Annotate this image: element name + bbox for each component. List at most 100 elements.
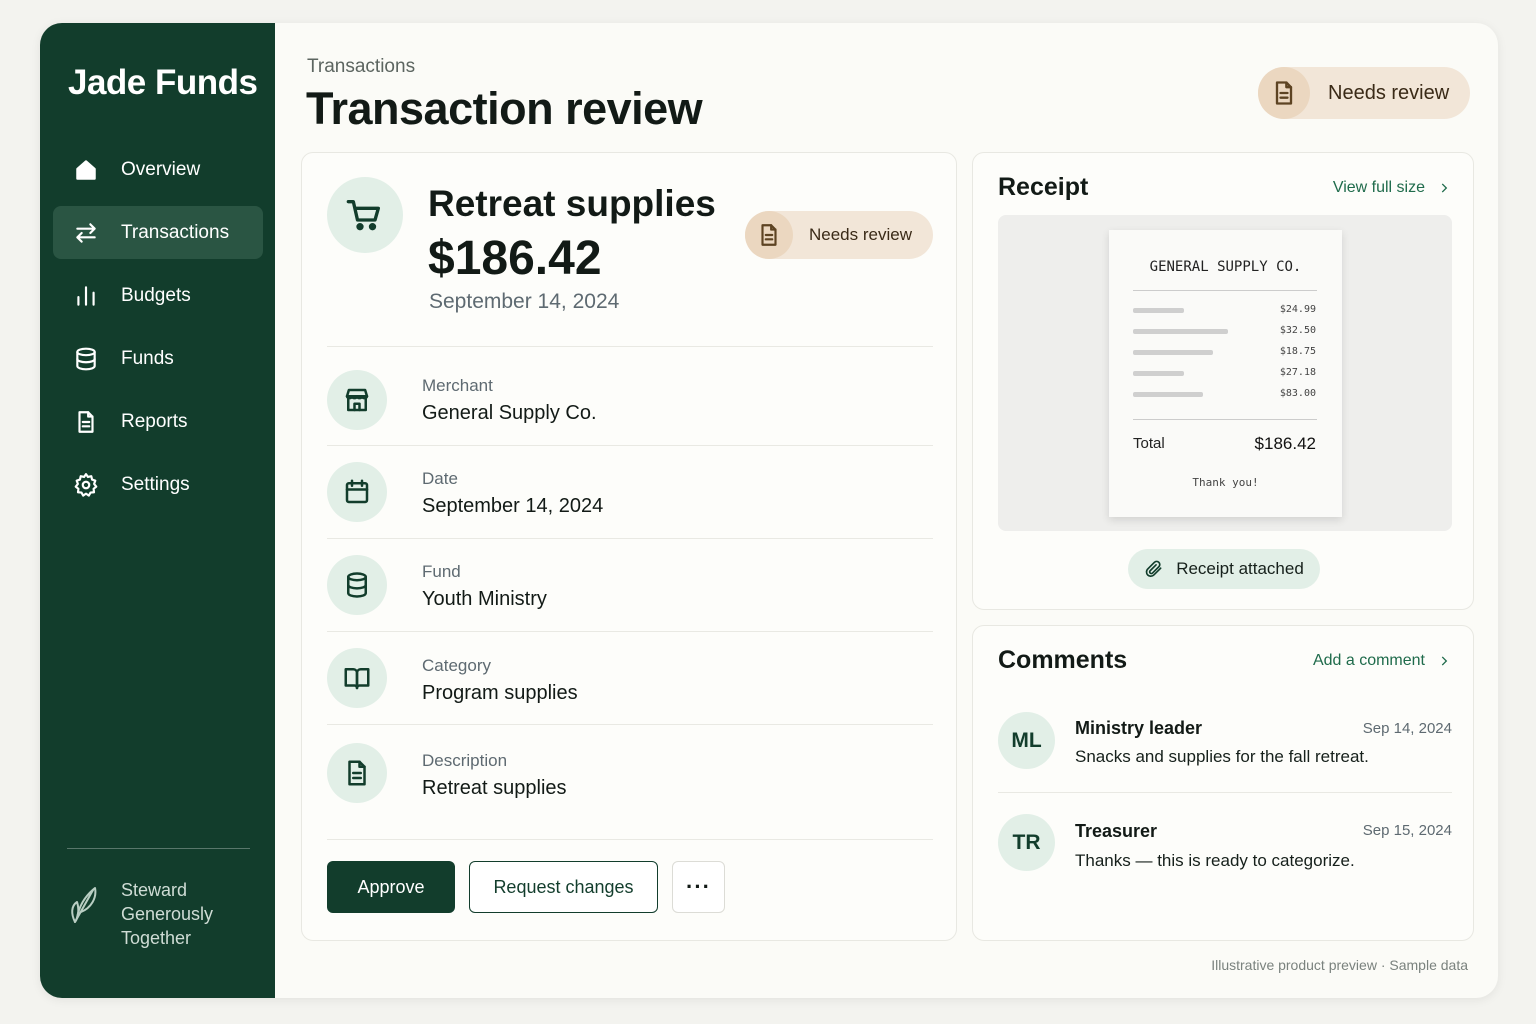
app-window: Jade Funds Overview Transactions Budgets xyxy=(40,23,1498,998)
date-value: September 14, 2024 xyxy=(422,495,604,517)
receipt-thanks: Thank you! xyxy=(1192,476,1259,489)
receipt-item-line xyxy=(1133,350,1213,355)
actions-divider xyxy=(327,839,933,840)
receipt-total-value: $186.42 xyxy=(1254,434,1316,453)
receipt-card: Receipt View full size GENERAL SUPPLY CO… xyxy=(972,152,1474,610)
receipt-item-line xyxy=(1133,392,1203,397)
add-comment-link[interactable]: Add a comment xyxy=(1313,652,1451,670)
receipt-price: $24.99 xyxy=(1279,304,1316,315)
transaction-name: Retreat supplies xyxy=(428,183,716,224)
sidebar-item-overview[interactable]: Overview xyxy=(53,143,263,196)
receipt-price: $27.18 xyxy=(1279,367,1316,378)
status-badge: Needs review xyxy=(1258,67,1470,119)
avatar: TR xyxy=(998,814,1055,871)
chevron-right-icon xyxy=(1441,183,1448,193)
document-icon xyxy=(1258,67,1310,119)
sidebar-tagline: Steward Generously Together xyxy=(121,880,214,948)
detail-label: Category xyxy=(422,656,491,675)
chevron-right-icon xyxy=(1441,656,1448,666)
receipt-item-line xyxy=(1133,308,1184,313)
merchant-value: General Supply Co. xyxy=(422,402,597,424)
document-icon xyxy=(327,743,387,803)
sidebar-item-label: Settings xyxy=(121,473,190,495)
more-options-button[interactable]: ··· xyxy=(672,861,725,913)
comment-text: Snacks and supplies for the fall retreat… xyxy=(1075,747,1369,766)
comment-author: Ministry leader xyxy=(1075,718,1203,738)
shopping-cart-icon xyxy=(327,177,403,253)
detail-row-fund: Fund Youth Ministry xyxy=(327,538,933,631)
receipt-item-line xyxy=(1133,329,1228,334)
calendar-icon xyxy=(327,462,387,522)
database-icon xyxy=(327,555,387,615)
book-icon xyxy=(327,648,387,708)
home-icon xyxy=(73,157,99,183)
status-badge-label: Needs review xyxy=(809,225,912,244)
detail-label: Description xyxy=(422,751,508,770)
sidebar-divider xyxy=(67,848,250,849)
comments-title: Comments xyxy=(998,646,1128,674)
receipt-price: $83.00 xyxy=(1279,388,1316,399)
receipt-divider xyxy=(1133,419,1317,420)
comment-item: ML Ministry leader Sep 14, 2024 Snacks a… xyxy=(998,712,1452,782)
comment-text: Thanks — this is ready to categorize. xyxy=(1075,851,1355,870)
fund-value: Youth Ministry xyxy=(422,588,547,610)
sidebar-item-label: Overview xyxy=(121,158,201,180)
sidebar-item-label: Transactions xyxy=(121,221,230,243)
database-icon xyxy=(73,346,99,372)
sidebar-item-reports[interactable]: Reports xyxy=(53,395,263,448)
sidebar-item-funds[interactable]: Funds xyxy=(53,332,263,385)
approve-button[interactable]: Approve xyxy=(327,861,455,913)
sidebar: Jade Funds Overview Transactions Budgets xyxy=(40,23,275,998)
receipt-paper: GENERAL SUPPLY CO. $24.99 $32.50 $18.75 … xyxy=(1109,230,1342,517)
sidebar-item-transactions[interactable]: Transactions xyxy=(53,206,263,259)
brand-logo: Jade Funds xyxy=(68,63,258,102)
page-title: Transaction review xyxy=(306,83,703,134)
comment-date: Sep 14, 2024 xyxy=(1362,720,1452,737)
receipt-title: Receipt xyxy=(998,173,1089,201)
receipt-attached-label: Receipt attached xyxy=(1176,559,1304,578)
sidebar-item-label: Reports xyxy=(121,410,188,432)
comment-author: Treasurer xyxy=(1075,821,1158,841)
footer-note: Illustrative product preview · Sample da… xyxy=(1211,957,1468,973)
storefront-icon xyxy=(327,370,387,430)
comment-divider xyxy=(998,792,1452,793)
document-icon xyxy=(73,409,99,435)
comment-item: TR Treasurer Sep 15, 2024 Thanks — this … xyxy=(998,814,1452,884)
category-value: Program supplies xyxy=(422,682,578,704)
sidebar-item-label: Budgets xyxy=(121,284,191,306)
receipt-price: $32.50 xyxy=(1279,325,1316,336)
detail-row-merchant: Merchant General Supply Co. xyxy=(327,346,933,445)
paperclip-icon xyxy=(1145,560,1162,578)
transaction-status-badge: Needs review xyxy=(745,211,933,259)
detail-label: Merchant xyxy=(422,376,493,395)
receipt-attached-badge: Receipt attached xyxy=(1128,549,1320,589)
sidebar-nav: Overview Transactions Budgets Funds Repo… xyxy=(53,143,263,521)
receipt-price: $18.75 xyxy=(1279,346,1316,357)
comments-card: Comments Add a comment ML Ministry leade… xyxy=(972,625,1474,941)
receipt-image[interactable]: GENERAL SUPPLY CO. $24.99 $32.50 $18.75 … xyxy=(998,215,1452,531)
receipt-divider xyxy=(1133,290,1317,291)
breadcrumb[interactable]: Transactions xyxy=(307,56,415,78)
bar-chart-icon xyxy=(73,283,99,309)
sidebar-item-settings[interactable]: Settings xyxy=(53,458,263,511)
avatar: ML xyxy=(998,712,1055,769)
view-full-size-link[interactable]: View full size xyxy=(1333,179,1451,197)
detail-label: Fund xyxy=(422,562,461,581)
transaction-card: Retreat supplies $186.42 September 14, 2… xyxy=(301,152,957,941)
status-badge-label: Needs review xyxy=(1328,81,1450,104)
receipt-item-line xyxy=(1133,371,1184,376)
detail-row-description: Description Retreat supplies xyxy=(327,724,933,817)
sidebar-item-budgets[interactable]: Budgets xyxy=(53,269,263,322)
leaf-icon xyxy=(65,878,101,926)
transaction-amount: $186.42 xyxy=(428,232,602,285)
receipt-total-label: Total xyxy=(1133,435,1165,452)
receipt-merchant: GENERAL SUPPLY CO. xyxy=(1149,259,1302,275)
request-changes-button[interactable]: Request changes xyxy=(469,861,658,913)
transaction-date: September 14, 2024 xyxy=(429,290,620,313)
document-icon xyxy=(745,211,793,259)
detail-row-date: Date September 14, 2024 xyxy=(327,445,933,538)
transfer-arrows-icon xyxy=(73,220,99,246)
add-comment-label: Add a comment xyxy=(1312,652,1425,669)
description-value: Retreat supplies xyxy=(422,777,567,799)
view-full-size-label: View full size xyxy=(1332,179,1425,196)
